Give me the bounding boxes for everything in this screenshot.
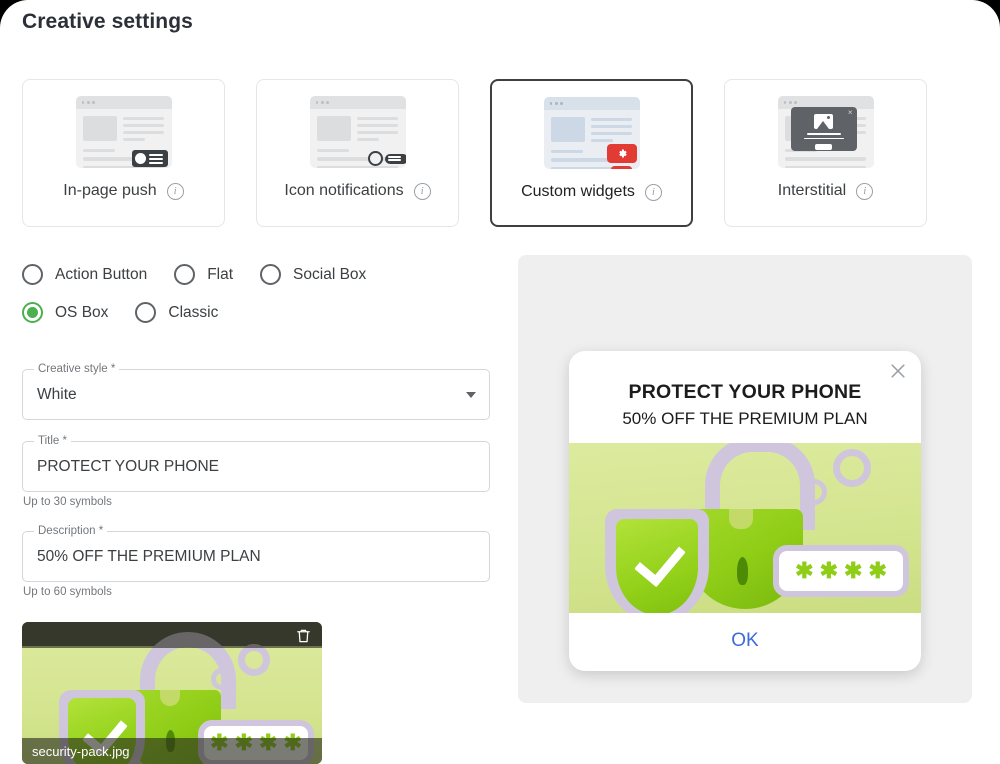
format-card-label: In-page push [63,182,157,199]
info-icon[interactable]: i [644,183,662,201]
widget-type-radio-group: Action Button Flat Social Box OS Box Cla… [22,264,502,323]
radio-circle-icon [135,302,157,323]
radio-os-box[interactable]: OS Box [22,302,108,323]
preview-description: 50% OFF THE PREMIUM PLAN [622,409,868,428]
thumbnail-top-scrim [22,622,322,648]
info-icon[interactable]: i [413,182,431,200]
preview-title: PROTECT YOUR PHONE [628,381,862,403]
title-hint: Up to 30 symbols [23,496,112,508]
field-legend: Description * [34,525,108,537]
chevron-down-icon[interactable] [466,391,476,398]
creative-style-select[interactable]: Creative style * White [22,363,490,420]
field-legend: Creative style * [34,363,120,375]
format-card-custom-widgets[interactable]: Custom widgets i [490,79,693,227]
in-page-push-icon [75,96,172,168]
format-card-icon-notifications[interactable]: Icon notifications i [256,79,459,227]
description-field: Description * 50% OFF THE PREMIUM PLAN U… [22,525,490,598]
description-hint: Up to 60 symbols [23,586,112,598]
uploaded-image-thumbnail[interactable]: ✱✱✱✱ security-pack.jpg [22,622,322,764]
push-badge-icon [131,150,168,167]
notification-badge-icon [367,151,406,166]
format-card-in-page-push[interactable]: In-page push i [22,79,225,227]
interstitial-icon: × [777,96,874,168]
radio-circle-checked-icon [22,302,43,323]
radio-classic[interactable]: Classic [135,302,218,323]
os-box-preview: PROTECT YOUR PHONE 50% OFF THE PREMIUM P… [569,351,921,671]
radio-social-box[interactable]: Social Box [260,264,366,285]
close-icon: × [847,108,853,117]
radio-label: Action Button [55,265,148,283]
format-card-label: Custom widgets [521,183,635,200]
creative-settings-page: Creative settings In-page push i Icon no… [0,0,1000,764]
creative-format-cards: In-page push i Icon notifications i Cust… [22,79,927,227]
thumbnail-bottom-scrim: security-pack.jpg [22,738,322,764]
radio-label: Social Box [293,265,367,283]
creative-preview-panel: PROTECT YOUR PHONE 50% OFF THE PREMIUM P… [518,255,972,703]
preview-ok-button[interactable]: OK [569,630,921,652]
trash-icon[interactable] [295,627,312,645]
radio-circle-icon [260,264,282,285]
title-field: Title * PROTECT YOUR PHONE Up to 30 symb… [22,435,490,508]
radio-flat[interactable]: Flat [174,264,233,285]
widget-gear-badge-icon [606,144,637,163]
description-value: 50% OFF THE PREMIUM PLAN [37,547,261,565]
description-input[interactable]: Description * 50% OFF THE PREMIUM PLAN [22,525,490,582]
uploaded-filename: security-pack.jpg [32,743,130,759]
close-icon[interactable] [888,361,908,381]
info-icon[interactable]: i [166,182,184,200]
radio-action-button[interactable]: Action Button [22,264,147,285]
radio-circle-icon [174,264,196,285]
page-title: Creative settings [22,10,193,33]
title-input[interactable]: Title * PROTECT YOUR PHONE [22,435,490,492]
format-card-label: Interstitial [777,182,847,199]
radio-label: Classic [168,303,219,321]
field-legend: Title * [34,435,71,447]
security-illustration: ✱✱✱✱ [569,443,921,613]
title-value: PROTECT YOUR PHONE [37,457,220,475]
radio-circle-icon [22,264,43,285]
icon-notifications-icon [309,96,406,168]
info-icon[interactable]: i [856,182,874,200]
creative-style-value: White [37,385,77,403]
format-card-interstitial[interactable]: × Interstitial i [724,79,927,227]
custom-widgets-icon [543,97,640,169]
radio-label: Flat [207,265,234,283]
format-card-label: Icon notifications [284,182,404,199]
creative-style-field: Creative style * White [22,363,490,420]
radio-label: OS Box [55,303,109,321]
preview-image: ✱ ✱ ✱ ✱ [569,443,921,613]
interstitial-overlay-icon: × [790,107,857,151]
